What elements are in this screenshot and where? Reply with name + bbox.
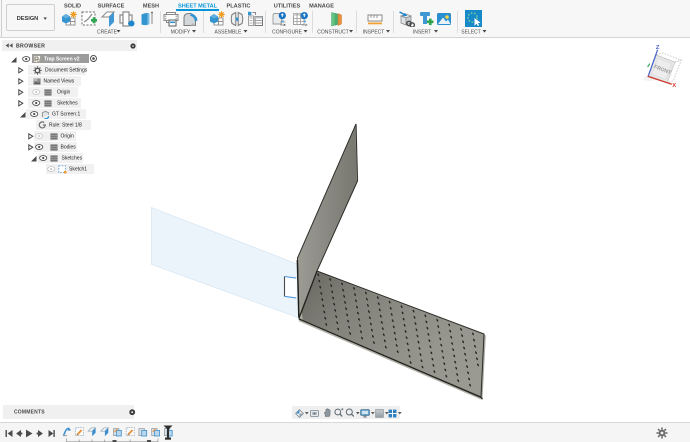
svg-text:X: X [672,83,676,89]
svg-text:Z: Z [656,45,660,51]
